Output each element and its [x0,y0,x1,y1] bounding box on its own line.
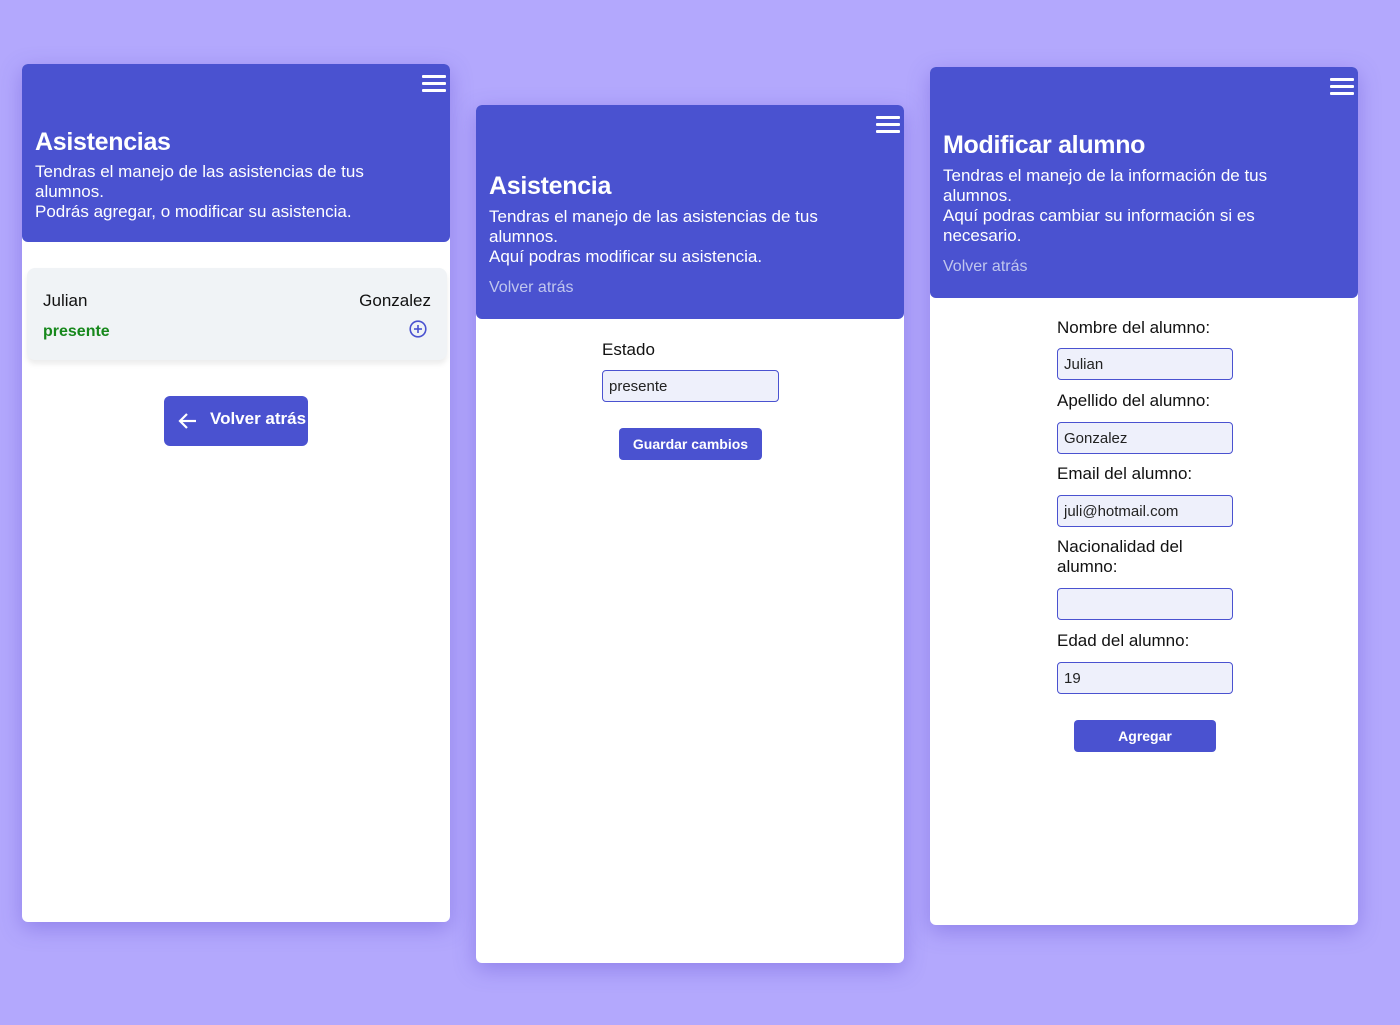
phone-screen-asistencia: Asistencia Tendras el manejo de las asis… [476,105,904,963]
description-line: necesario. [943,226,1022,245]
menu-icon[interactable] [422,72,446,92]
header: Asistencias Tendras el manejo de las asi… [22,64,450,242]
description-line: Podrás agregar, o modificar su asistenci… [35,202,352,221]
edad-label: Edad del alumno: [1057,631,1190,650]
attendance-status: presente [43,323,110,340]
description-line: alumnos. [489,227,558,246]
label-line: Nacionalidad del [1057,537,1183,556]
description-line: Aquí podras modificar su asistencia. [489,247,763,266]
nacionalidad-label: Nacionalidad del alumno: [1057,537,1183,577]
description-line: alumnos. [943,186,1012,205]
email-input[interactable]: juli@hotmail.com [1057,495,1233,527]
phone-screen-modificar-alumno: Modificar alumno Tendras el manejo de la… [930,67,1358,925]
apellido-input[interactable]: Gonzalez [1057,422,1233,454]
nombre-label: Nombre del alumno: [1057,318,1211,337]
save-changes-button[interactable]: Guardar cambios [619,428,762,460]
header: Modificar alumno Tendras el manejo de la… [930,67,1358,298]
edad-input[interactable]: 19 [1057,662,1233,694]
student-card: Julian Gonzalez presente [27,268,447,360]
back-button-label: Volver atrás [210,409,307,428]
back-link[interactable]: Volver atrás [943,258,1027,276]
description-line: Tendras el manejo de la información de t… [943,166,1268,185]
nacionalidad-input[interactable] [1057,588,1233,620]
student-last-name: Gonzalez [359,291,431,310]
description-line: Tendras el manejo de las asistencias de … [35,162,364,181]
menu-icon[interactable] [876,113,900,133]
estado-label: Estado [602,340,655,359]
estado-input[interactable]: presente [602,370,779,402]
apellido-label: Apellido del alumno: [1057,391,1211,410]
email-label: Email del alumno: [1057,464,1193,483]
page-description: Tendras el manejo de las asistencias de … [489,207,879,267]
back-button[interactable]: Volver atrás [164,396,308,446]
student-first-name: Julian [43,291,88,310]
phone-screen-asistencias: Asistencias Tendras el manejo de las asi… [22,64,450,922]
description-line: Tendras el manejo de las asistencias de … [489,207,818,226]
header: Asistencia Tendras el manejo de las asis… [476,105,904,319]
page-title: Asistencias [35,128,171,156]
page-description: Tendras el manejo de la información de t… [943,166,1333,246]
nombre-input[interactable]: Julian [1057,348,1233,380]
page-description: Tendras el manejo de las asistencias de … [35,162,425,222]
plus-circle-icon[interactable] [409,320,427,338]
label-line: alumno: [1057,557,1118,576]
page-title: Modificar alumno [943,131,1146,159]
add-button[interactable]: Agregar [1074,720,1216,752]
description-line: alumnos. [35,182,104,201]
page-title: Asistencia [489,172,612,200]
arrow-left-icon [178,413,196,429]
back-link[interactable]: Volver atrás [489,279,573,297]
description-line: Aquí podras cambiar su información si es [943,206,1255,225]
menu-icon[interactable] [1330,75,1354,95]
